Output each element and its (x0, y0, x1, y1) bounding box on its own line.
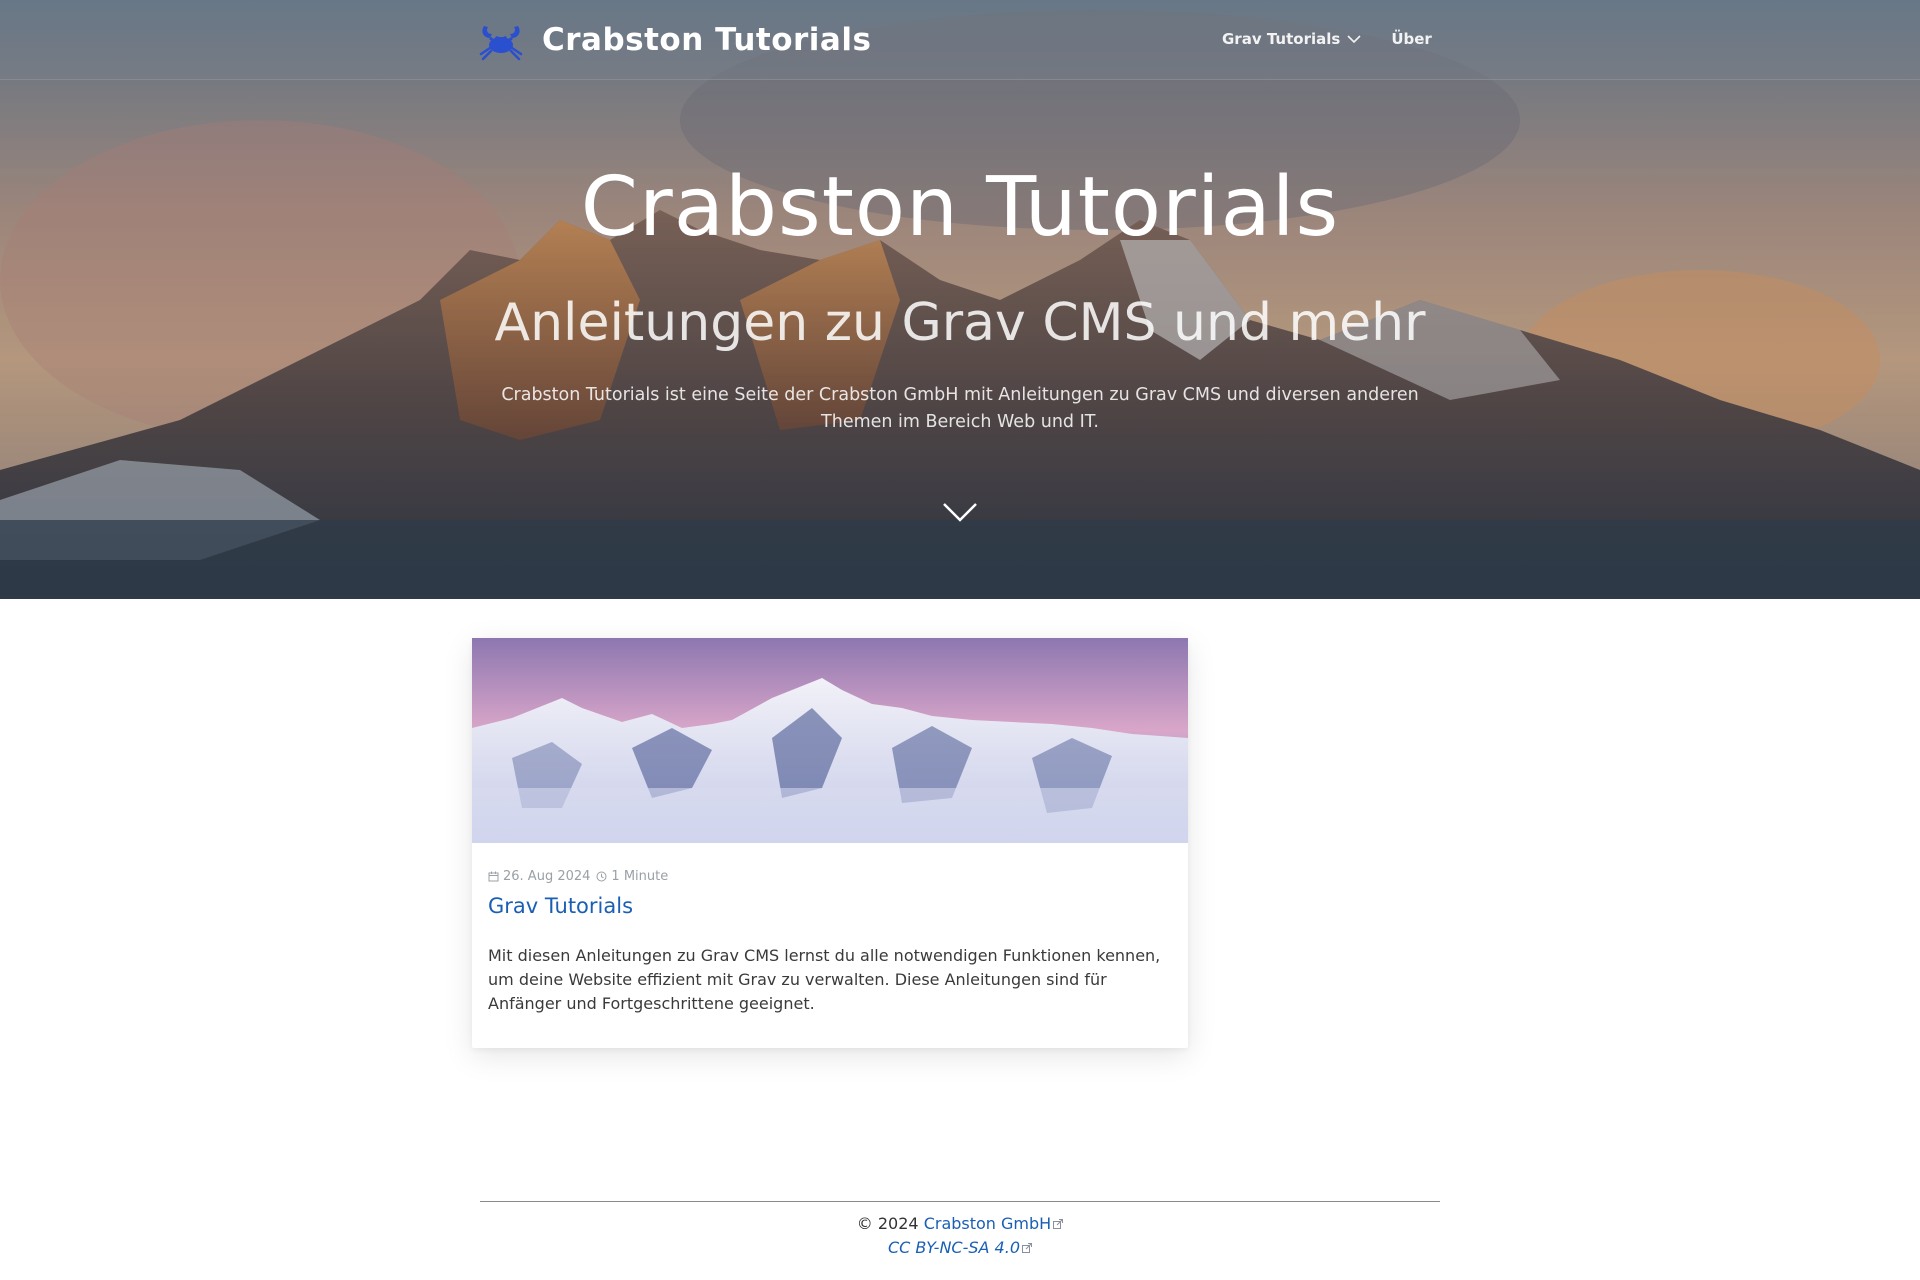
company-link-label: Crabston GmbH (923, 1214, 1052, 1233)
hero-subtitle: Anleitungen zu Grav CMS und mehr (494, 293, 1426, 353)
company-link[interactable]: Crabston GmbH (924, 1214, 1064, 1233)
post-card-body: 26. Aug 2024 1 Minute Grav Tutorials Mit… (472, 869, 1188, 1016)
footer: © 2024 Crabston GmbH CC BY-NC-SA 4.0 (0, 1212, 1920, 1260)
post-image[interactable] (472, 638, 1188, 843)
post-title-link[interactable]: Grav Tutorials (488, 894, 1172, 918)
main-nav: Grav Tutorials Über (1222, 30, 1432, 48)
post-meta: 26. Aug 2024 1 Minute (488, 869, 1172, 884)
footer-divider (480, 1201, 1440, 1202)
external-link-icon (1053, 1219, 1064, 1229)
nav-item-label: Grav Tutorials (1222, 30, 1341, 48)
hero-section: Crabston Tutorials Grav Tutorials Über C… (0, 0, 1920, 599)
external-link-icon (1022, 1243, 1032, 1253)
hero-description: Crabston Tutorials ist eine Seite der Cr… (501, 385, 1419, 432)
copyright-text: © 2024 (856, 1214, 919, 1233)
chevron-down-icon (1347, 34, 1361, 43)
crab-logo-icon (479, 26, 523, 61)
post-card[interactable]: 26. Aug 2024 1 Minute Grav Tutorials Mit… (472, 638, 1188, 1048)
brand-name: Crabston Tutorials (542, 22, 872, 58)
scroll-down-chevron-icon[interactable] (942, 500, 978, 524)
navbar: Crabston Tutorials Grav Tutorials Über (0, 0, 1920, 80)
nav-item-label: Über (1391, 30, 1432, 48)
post-reading-time: 1 Minute (611, 869, 669, 884)
post-date: 26. Aug 2024 (503, 869, 591, 884)
footer-license-line: CC BY-NC-SA 4.0 (0, 1236, 1920, 1260)
clock-icon (596, 871, 607, 882)
calendar-icon (488, 871, 499, 882)
nav-item-grav-tutorials[interactable]: Grav Tutorials (1222, 30, 1361, 48)
post-summary: Mit diesen Anleitungen zu Grav CMS lerns… (488, 946, 1161, 1013)
footer-copyright-line: © 2024 Crabston GmbH (0, 1212, 1920, 1236)
nav-item-uber[interactable]: Über (1391, 30, 1432, 48)
license-link-label: CC BY-NC-SA 4.0 (887, 1238, 1020, 1257)
hero-title: Crabston Tutorials (580, 160, 1340, 255)
brand-link[interactable]: Crabston Tutorials (478, 18, 871, 62)
license-link[interactable]: CC BY-NC-SA 4.0 (888, 1238, 1032, 1257)
